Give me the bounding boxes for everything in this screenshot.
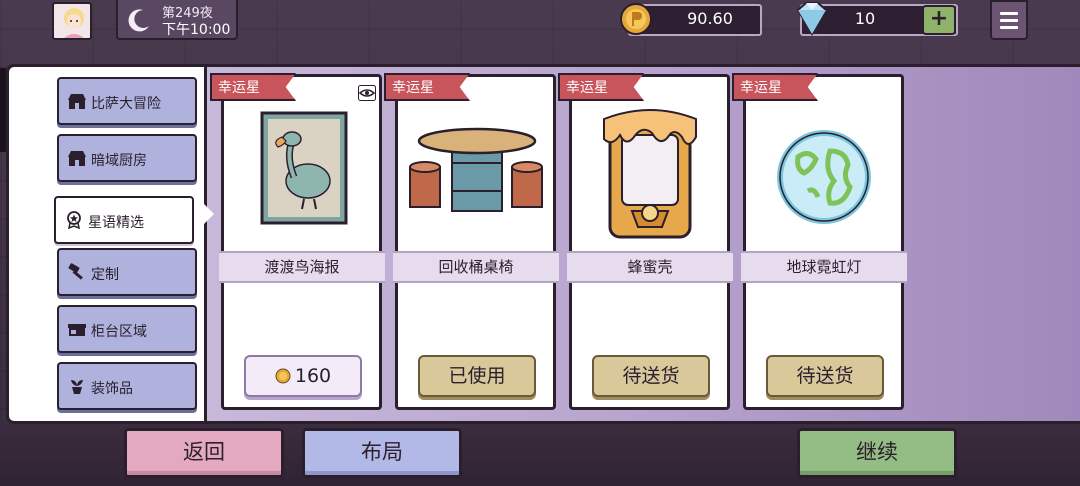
item-name: 渡渡鸟海报	[219, 251, 385, 283]
sidebar-item-dark-kitchen[interactable]: 暗域厨房	[57, 134, 197, 182]
item-card-earth-neon[interactable]: 幸运星 地球霓虹灯 待送货	[732, 73, 907, 410]
sidebar-item-custom[interactable]: 定制	[57, 248, 197, 296]
sidebar-item-label: 比萨大冒险	[91, 96, 161, 112]
player-avatar[interactable]	[52, 2, 92, 40]
night-info: 第249夜 下午10:00	[116, 0, 238, 40]
item-name: 回收桶桌椅	[393, 251, 559, 283]
back-button[interactable]: 返回	[124, 428, 284, 478]
menu-button[interactable]	[990, 0, 1028, 40]
continue-button[interactable]: 继续	[797, 428, 957, 478]
sidebar-item-counter-area[interactable]: 柜台区域	[57, 305, 197, 353]
item-name: 地球霓虹灯	[741, 251, 907, 283]
ribbon-label: 幸运星	[740, 80, 782, 96]
buy-price-button[interactable]: 160	[244, 355, 362, 397]
status-button-used[interactable]: 已使用	[418, 355, 536, 397]
star-badge-icon	[67, 211, 81, 229]
item-card-honey-shell[interactable]: 幸运星 蜂蜜壳 待送货	[558, 73, 733, 410]
game-time: 下午10:00	[162, 22, 231, 38]
sidebar-item-star-selection[interactable]: 星语精选	[54, 196, 194, 244]
status-button-pending-delivery[interactable]: 待送货	[766, 355, 884, 397]
item-name: 蜂蜜壳	[567, 251, 733, 283]
sidebar-item-label: 装饰品	[91, 381, 133, 397]
active-tab-pointer	[200, 200, 214, 228]
sidebar-item-label: 星语精选	[88, 215, 144, 231]
item-card-dodo-poster[interactable]: 幸运星 渡渡鸟海报 160	[210, 73, 385, 410]
dark-kitchen-icon	[68, 151, 86, 166]
status-button-pending-delivery[interactable]: 待送货	[592, 355, 710, 397]
item-card-barrel-table[interactable]: 幸运星 回收桶桌椅 已使用	[384, 73, 559, 410]
price-value: 160	[294, 365, 332, 387]
diamond-icon	[796, 2, 828, 36]
earth-neon-icon	[777, 130, 871, 224]
plant-pot-icon	[71, 380, 83, 394]
sidebar-item-label: 柜台区域	[91, 324, 147, 340]
dodo-poster-icon	[260, 111, 348, 225]
eye-icon[interactable]	[358, 85, 376, 101]
counter-icon	[68, 324, 86, 336]
moon-icon	[128, 9, 149, 32]
sidebar-item-pizza-adventure[interactable]: 比萨大冒险	[57, 77, 197, 125]
add-gems-button[interactable]: +	[922, 5, 956, 35]
hammer-icon	[68, 263, 83, 280]
ribbon-label: 幸运星	[392, 80, 434, 96]
coin-value: 90.60	[687, 9, 733, 28]
honey-shell-icon	[603, 109, 697, 239]
barrel-table-icon	[409, 127, 543, 212]
layout-button[interactable]: 布局	[302, 428, 462, 478]
coin-icon	[275, 368, 291, 384]
coin-icon	[620, 3, 652, 35]
pizza-shop-icon	[68, 94, 86, 109]
sidebar-item-label: 定制	[91, 267, 119, 283]
sidebar-item-label: 暗域厨房	[91, 153, 147, 169]
ribbon-label: 幸运星	[566, 80, 608, 96]
hamburger-icon	[1000, 12, 1018, 15]
gem-value: 10	[854, 9, 876, 28]
ribbon-label: 幸运星	[218, 80, 260, 96]
sidebar-item-decorations[interactable]: 装饰品	[57, 362, 197, 410]
category-sidebar: 比萨大冒险 暗域厨房 星语精选 定制 柜台区域 装饰品	[6, 64, 207, 424]
